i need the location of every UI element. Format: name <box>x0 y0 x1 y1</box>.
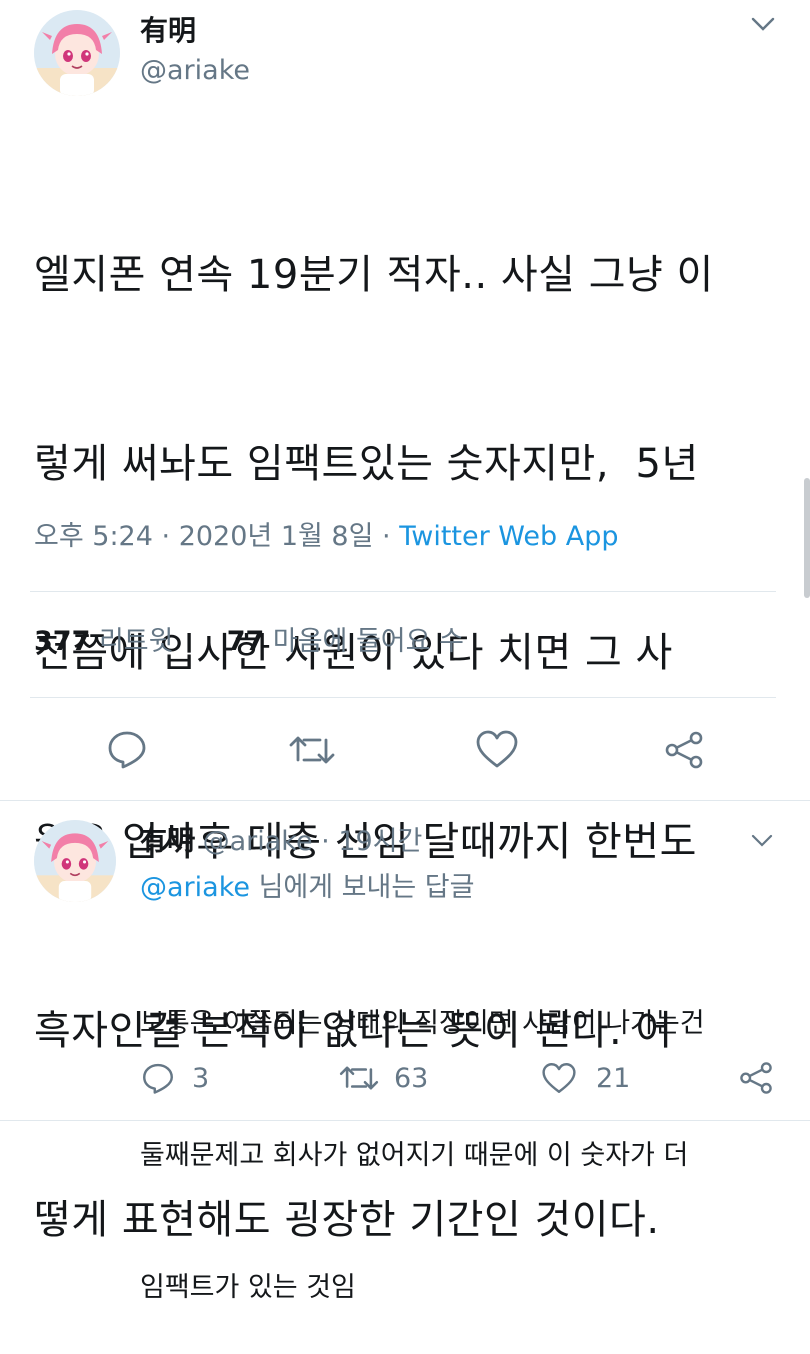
like-count: 77 <box>226 626 265 657</box>
avatar[interactable] <box>34 820 116 902</box>
divider <box>0 1120 810 1121</box>
reply-time-ago[interactable]: 19시간 <box>338 826 422 857</box>
reply-icon <box>140 1061 176 1095</box>
meta-separator: · <box>161 521 171 552</box>
reply-icon[interactable] <box>106 728 148 770</box>
retweet-icon[interactable] <box>288 730 336 770</box>
tweet-date[interactable]: 2020년 1월 8일 <box>179 521 374 552</box>
replying-to-label: 님에게 보내는 답글 <box>258 872 475 903</box>
user-handle[interactable]: @ariake <box>140 54 250 88</box>
reply-text-line: 둘째문제고 회사가 없어지기 때문에 이 숫자가 더 <box>140 1140 689 1171</box>
heart-icon <box>540 1061 578 1095</box>
reply-action-retweet[interactable]: 63 <box>338 1060 428 1096</box>
replying-to: @ariake 님에게 보내는 답글 <box>140 870 474 906</box>
reply-header: 有明 @ariake · 19시간 <box>140 825 422 859</box>
tweet-text-line: 엘지폰 연속 19분기 적자.. 사실 그냥 이 <box>34 252 714 298</box>
reply-separator: · <box>321 826 330 857</box>
display-name[interactable]: 有明 <box>140 14 196 48</box>
avatar[interactable] <box>34 10 120 96</box>
tweet-meta: 오후 5:24 · 2020년 1월 8일 · Twitter Web App <box>34 519 619 555</box>
divider <box>0 800 810 801</box>
share-icon[interactable] <box>663 730 705 770</box>
reply-text: 보통은 이쯤되는 상태의 직장이면 사람이 나가는건 둘째문제고 회사가 없어지… <box>140 914 790 1354</box>
heart-icon[interactable] <box>475 728 519 770</box>
reply-like-count: 21 <box>596 1062 631 1094</box>
reply-retweet-count: 63 <box>394 1062 429 1094</box>
reply-display-name[interactable]: 有明 <box>140 826 194 857</box>
reply-handle[interactable]: @ariake <box>203 826 313 857</box>
retweets-stat[interactable]: 377 리트윗 <box>34 626 182 657</box>
tweet-time[interactable]: 오후 5:24 <box>34 521 153 552</box>
reply-text-line: 임팩트가 있는 것임 <box>140 1272 356 1303</box>
chevron-down-icon[interactable] <box>750 14 776 34</box>
scrollbar[interactable] <box>804 478 810 598</box>
reply-action-reply[interactable]: 3 <box>140 1060 209 1096</box>
retweet-count: 377 <box>34 626 91 657</box>
divider <box>30 697 776 698</box>
replying-to-handle[interactable]: @ariake <box>140 872 250 903</box>
reply-count: 3 <box>192 1062 210 1094</box>
chevron-down-icon[interactable] <box>750 832 774 850</box>
meta-separator: · <box>382 521 391 552</box>
divider <box>30 591 776 592</box>
reply-text-line: 보통은 이쯤되는 상태의 직장이면 사람이 나가는건 <box>140 1008 705 1039</box>
tweet-text-line: 렇게 써놔도 임팩트있는 숫자지만, 5년 <box>34 441 699 487</box>
tweet-source-link[interactable]: Twitter Web App <box>399 521 618 552</box>
like-label: 마음에 들어요 수 <box>272 626 464 657</box>
reply-action-like[interactable]: 21 <box>540 1060 630 1096</box>
tweet-stats: 377 리트윗 77 마음에 들어요 수 <box>34 624 464 660</box>
share-icon[interactable] <box>738 1060 774 1096</box>
retweet-label: 리트윗 <box>98 626 174 657</box>
retweet-icon <box>338 1061 380 1095</box>
likes-stat[interactable]: 77 마음에 들어요 수 <box>227 626 464 657</box>
